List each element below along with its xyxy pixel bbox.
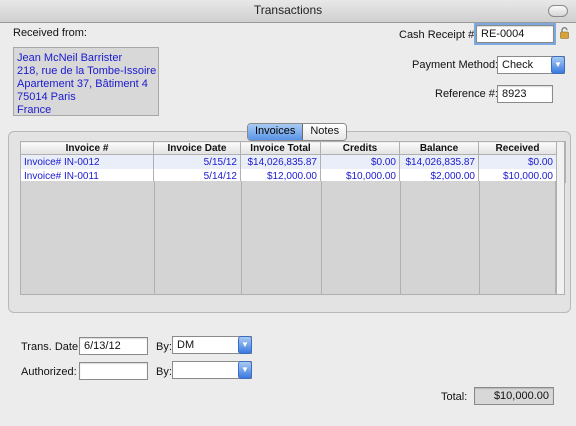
window-title: Transactions: [253, 3, 323, 17]
column-divider: [400, 181, 401, 294]
column-header-credits[interactable]: Credits: [320, 141, 400, 155]
reference-label: Reference #:: [435, 88, 498, 100]
address-line: Jean McNeil Barrister: [17, 52, 123, 64]
column-divider: [321, 181, 322, 294]
column-divider: [154, 181, 155, 294]
payment-method-value: Check: [502, 59, 534, 71]
payment-method-label: Payment Method:: [412, 59, 499, 71]
tab-bar: Invoices Notes: [247, 123, 348, 141]
trans-date-label: Trans. Date:: [21, 341, 82, 353]
trans-date-by-label: By:: [156, 341, 172, 353]
chevron-down-icon[interactable]: ▼: [238, 336, 252, 354]
cash-receipt-field[interactable]: RE-0004: [474, 23, 556, 45]
table-header-row: Invoice # Invoice Date Invoice Total Cre…: [20, 141, 566, 155]
column-header-invoice-date[interactable]: Invoice Date: [153, 141, 241, 155]
total-field: $10,000.00: [474, 387, 554, 405]
chevron-down-icon[interactable]: ▼: [551, 56, 565, 74]
authorized-field[interactable]: [79, 362, 148, 380]
invoices-table: Invoice # Invoice Date Invoice Total Cre…: [20, 141, 566, 183]
address-line: 75014 Paris: [17, 91, 76, 103]
column-header-invoice-total[interactable]: Invoice Total: [240, 141, 321, 155]
payment-method-select[interactable]: Check ▼: [497, 56, 565, 74]
toolbar-toggle-button[interactable]: [548, 5, 568, 17]
cell-credits: $0.00: [320, 154, 400, 169]
table-scrollbar[interactable]: [556, 141, 565, 295]
lock-icon[interactable]: [560, 27, 569, 39]
window-titlebar: Transactions: [0, 0, 576, 23]
trans-date-by-select[interactable]: DM ▼: [172, 336, 252, 354]
cash-receipt-label: Cash Receipt #: [399, 29, 475, 41]
cell-invoice: Invoice# IN-0012: [20, 154, 154, 169]
cell-invoice-date: 5/15/12: [153, 154, 241, 169]
table-row[interactable]: Invoice# IN-0012 5/15/12 $14,026,835.87 …: [20, 154, 566, 169]
authorized-label: Authorized:: [21, 366, 77, 378]
column-header-balance[interactable]: Balance: [399, 141, 479, 155]
column-header-invoice[interactable]: Invoice #: [20, 141, 154, 155]
trans-date-field[interactable]: 6/13/12: [79, 337, 148, 355]
authorized-by-label: By:: [156, 366, 172, 378]
table-empty-area: [20, 181, 556, 295]
tab-invoices[interactable]: Invoices: [248, 124, 304, 140]
tab-notes[interactable]: Notes: [303, 124, 347, 140]
address-line: Apartement 37, Bâtiment 4: [17, 78, 148, 90]
chevron-down-icon[interactable]: ▼: [238, 361, 252, 379]
cell-received: $0.00: [478, 154, 557, 169]
cell-invoice-total: $14,026,835.87: [240, 154, 321, 169]
cell-balance: $14,026,835.87: [399, 154, 479, 169]
column-divider: [479, 181, 480, 294]
trans-date-by-value: DM: [177, 339, 195, 351]
authorized-by-select[interactable]: ▼: [172, 361, 252, 379]
address-line: France: [17, 104, 52, 116]
column-divider: [241, 181, 242, 294]
column-header-received[interactable]: Received: [478, 141, 557, 155]
address-line: 218, rue de la Tombe-Issoire: [17, 65, 157, 77]
received-from-label: Received from:: [13, 27, 87, 39]
reference-field[interactable]: 8923: [497, 85, 553, 103]
received-from-address: Jean McNeil Barrister 218, rue de la Tom…: [13, 47, 159, 116]
total-label: Total:: [441, 391, 468, 403]
